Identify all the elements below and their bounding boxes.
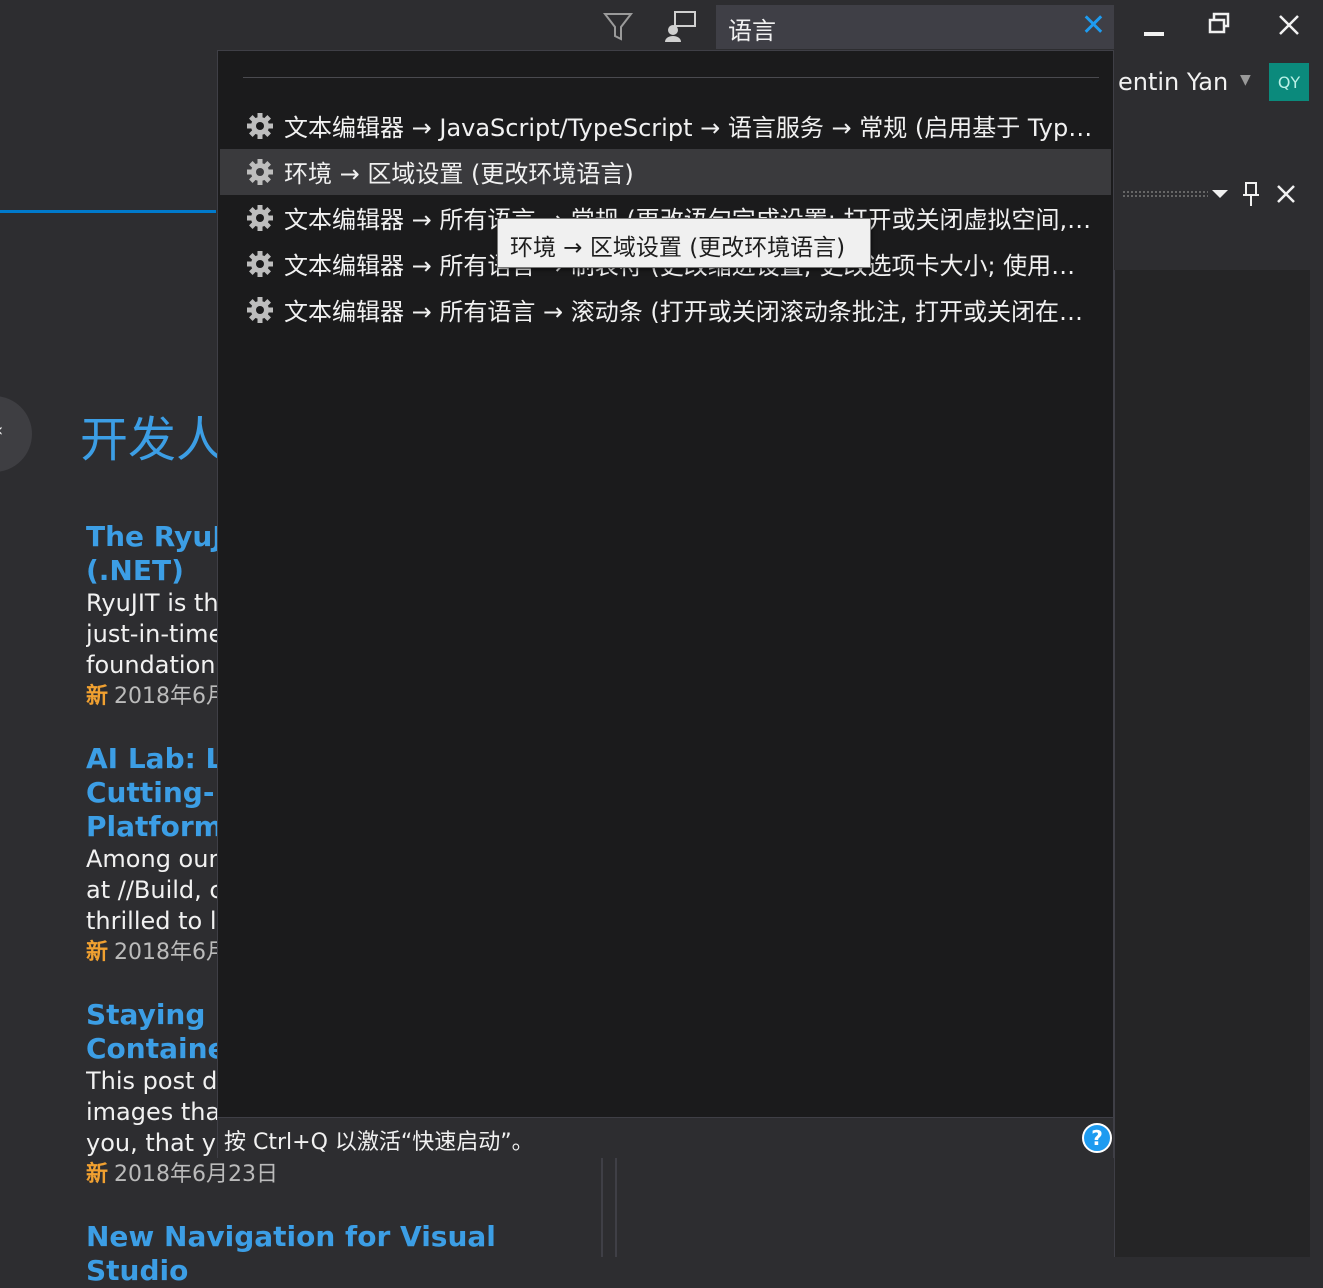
news-date: 2018年6月 xyxy=(114,940,229,965)
news-date: 2018年6月23日 xyxy=(114,1162,278,1187)
new-badge: 新 xyxy=(86,1162,109,1187)
results-separator xyxy=(243,77,1099,78)
search-input-value[interactable]: 语言 xyxy=(728,11,776,46)
news-title[interactable]: New Navigation for Visual Studio xyxy=(86,1220,606,1288)
panel-grip[interactable] xyxy=(1122,190,1208,198)
gear-icon xyxy=(247,159,273,185)
result-label: 文本编辑器 → 所有语言 → 滚动条 (打开或关闭滚动条批注, 打开或关闭在… xyxy=(284,298,1083,326)
close-panel-icon[interactable] xyxy=(1274,182,1298,206)
minimize-button[interactable] xyxy=(1130,6,1180,46)
filter-icon[interactable] xyxy=(600,8,636,44)
start-page-heading: 开发人 xyxy=(80,412,225,468)
result-tooltip: 环境 → 区域设置 (更改环境语言) xyxy=(497,218,871,268)
result-item-selected[interactable]: 环境 → 区域设置 (更改环境语言) xyxy=(220,149,1111,195)
gear-icon xyxy=(247,113,273,139)
tooltip-text: 环境 → 区域设置 (更改环境语言) xyxy=(510,235,846,261)
quick-launch-footer: 按 Ctrl+Q 以激活“快速启动”。 ? xyxy=(218,1117,1113,1158)
news-item: New Navigation for Visual Studio xyxy=(86,1220,606,1288)
tool-window-header xyxy=(1114,172,1309,218)
account-dropdown-icon[interactable]: ▼ xyxy=(1240,72,1251,88)
svg-text:?: ? xyxy=(1091,1126,1103,1150)
gear-icon xyxy=(247,297,273,323)
clear-search-icon[interactable]: ✕ xyxy=(1081,8,1106,44)
restore-button[interactable] xyxy=(1196,6,1246,46)
feedback-icon[interactable] xyxy=(663,8,699,44)
pin-icon[interactable] xyxy=(1240,180,1262,208)
column-divider xyxy=(615,1158,617,1257)
tool-window-body xyxy=(1114,270,1310,1257)
account-name[interactable]: entin Yan xyxy=(1118,68,1228,96)
title-bar: 语言 ✕ xyxy=(0,0,1323,52)
avatar[interactable]: QY xyxy=(1269,63,1309,101)
column-divider xyxy=(601,1158,603,1257)
close-window-button[interactable] xyxy=(1264,6,1314,46)
news-date: 2018年6月 xyxy=(114,684,229,709)
nav-back-button[interactable] xyxy=(0,396,32,472)
result-item[interactable]: 文本编辑器 → JavaScript/TypeScript → 语言服务 → 常… xyxy=(220,103,1111,149)
result-item[interactable]: 文本编辑器 → 所有语言 → 滚动条 (打开或关闭滚动条批注, 打开或关闭在… xyxy=(220,287,1111,333)
gear-icon xyxy=(247,251,273,277)
new-badge: 新 xyxy=(86,684,109,709)
new-badge: 新 xyxy=(86,940,109,965)
gear-icon xyxy=(247,205,273,231)
result-label: 环境 → 区域设置 (更改环境语言) xyxy=(284,160,634,188)
shortcut-hint: 按 Ctrl+Q 以激活“快速启动”。 xyxy=(224,1130,534,1155)
result-label: 文本编辑器 → JavaScript/TypeScript → 语言服务 → 常… xyxy=(284,114,1093,142)
help-icon[interactable]: ? xyxy=(1081,1122,1113,1154)
quick-launch-search[interactable]: 语言 ✕ xyxy=(716,5,1114,49)
news-meta: 新 2018年6月23日 xyxy=(86,1159,606,1191)
tab-underline xyxy=(0,210,216,213)
chevron-left-icon[interactable]: ‹ xyxy=(0,420,3,441)
quick-launch-results: 文本编辑器 → JavaScript/TypeScript → 语言服务 → 常… xyxy=(217,50,1114,1158)
chevron-down-icon[interactable] xyxy=(1210,186,1230,202)
